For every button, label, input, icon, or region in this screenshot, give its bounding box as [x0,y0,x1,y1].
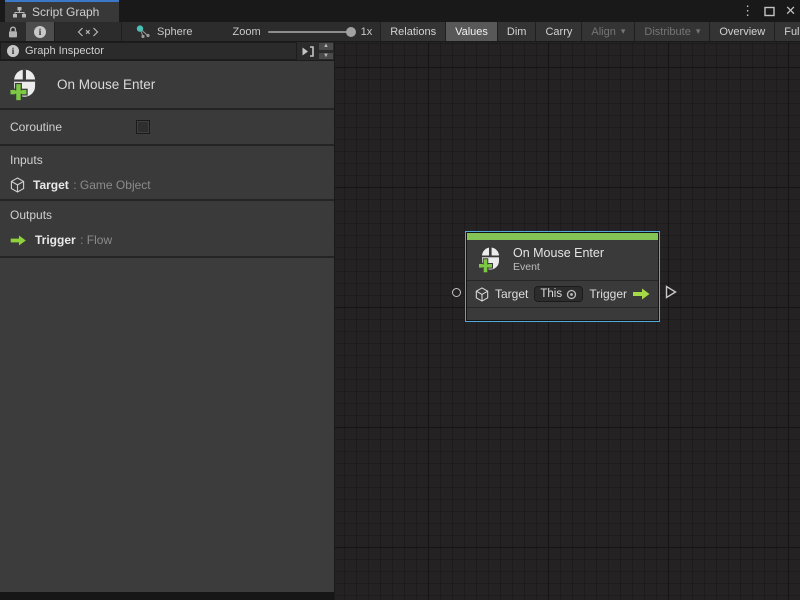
carry-button[interactable]: Carry [536,22,582,41]
event-title: On Mouse Enter [57,77,155,92]
inspector-header: i Graph Inspector ▲ ▼ [0,42,334,61]
graph-toolbar: i [0,22,800,42]
overview-button[interactable]: Overview [710,22,775,41]
flow-arrow-icon [633,288,650,300]
coroutine-checkbox[interactable] [136,120,150,134]
scroll-up-button[interactable]: ▲ [318,42,334,51]
target-value-chip[interactable]: This [534,286,583,302]
close-icon[interactable]: ✕ [785,0,796,22]
zoom-label: Zoom [232,26,260,38]
graph-inspector-panel: i Graph Inspector ▲ ▼ [0,42,335,600]
dim-button[interactable]: Dim [498,22,537,41]
zoom-slider[interactable] [268,31,354,33]
distribute-label: Distribute [644,26,690,38]
outputs-heading: Outputs [10,208,324,222]
graph-asset-icon [136,25,151,38]
zoom-value: 1x [361,26,373,38]
target-value: This [540,288,562,300]
script-graph-icon [13,7,26,18]
inputs-heading: Inputs [10,153,324,167]
window-controls: ⋮ ✕ [741,0,796,22]
info-icon: i [7,45,19,57]
values-label: Values [455,26,488,38]
input-row-target: Target : Game Object [10,176,324,194]
toolbar-left-group: i [0,22,380,41]
coroutine-label: Coroutine [10,120,62,134]
target-port-label: Target [495,287,528,301]
object-picker-icon[interactable] [566,289,577,300]
target-input-port[interactable]: Target This [475,286,583,302]
node-body: On Mouse Enter Event Target [466,232,659,321]
maximize-icon[interactable] [764,6,775,17]
values-button[interactable]: Values [446,22,498,41]
coroutine-row: Coroutine [0,110,334,146]
relations-label: Relations [390,26,436,38]
tab-label: Script Graph [32,5,99,19]
cube-icon [475,287,489,302]
dock-panel-button[interactable] [301,46,315,57]
graph-asset-breadcrumb[interactable]: Sphere [122,25,202,38]
node-subtitle: Event [513,261,604,274]
inspector-title: Graph Inspector [25,45,104,57]
outputs-section: Outputs Trigger : Flow [0,201,334,258]
full-screen-label: Full Screen [784,26,800,38]
mouse-enter-event-icon [9,69,39,101]
relations-button[interactable]: Relations [381,22,446,41]
event-title-section: On Mouse Enter [0,61,334,110]
code-view-icon [77,27,99,37]
toolbar-right-group: Relations Values Dim Carry Align ▾ Distr… [380,22,800,41]
trigger-port-label: Trigger [589,287,627,301]
chevron-down-icon: ▾ [696,26,701,37]
carry-label: Carry [545,26,572,38]
output-row-trigger: Trigger : Flow [10,231,324,249]
node-output-connector[interactable] [665,285,677,299]
inputs-section: Inputs Target : Game Object [0,146,334,201]
distribute-dropdown[interactable]: Distribute ▾ [635,22,710,41]
graph-canvas[interactable]: On Mouse Enter Event Target [335,42,800,600]
output-name: Trigger [35,233,76,247]
info-icon: i [34,26,46,38]
overview-label: Overview [719,26,765,38]
scroll-down-button[interactable]: ▼ [318,52,334,61]
trigger-output-port[interactable]: Trigger [589,287,650,301]
input-type: : Game Object [73,178,150,192]
panel-bottom-edge [0,592,334,600]
node-header: On Mouse Enter Event [467,240,658,281]
lock-icon [8,26,18,38]
output-type: : Flow [80,233,112,247]
zoom-slider-handle[interactable] [346,27,356,37]
lock-button[interactable] [0,22,26,41]
full-screen-button[interactable]: Full Screen [775,22,800,41]
tab-script-graph[interactable]: Script Graph [5,0,119,22]
dim-label: Dim [507,26,527,38]
node-title: On Mouse Enter [513,246,604,261]
code-view-button[interactable] [55,22,121,41]
cube-icon [10,177,25,193]
chevron-down-icon: ▾ [621,26,626,37]
mouse-enter-event-icon [478,247,502,273]
node-ports-row: Target This Trigger [467,281,658,308]
window-menu-icon[interactable]: ⋮ [741,0,754,22]
inspector-toggle-button[interactable]: i [26,22,54,41]
flow-arrow-icon [10,235,27,246]
graph-asset-label: Sphere [157,26,192,38]
align-label: Align [591,26,615,38]
input-name: Target [33,178,69,192]
panel-scroll-spinner: ▲ ▼ [318,42,334,60]
node-titles: On Mouse Enter Event [513,246,604,274]
align-dropdown[interactable]: Align ▾ [582,22,635,41]
node-input-connector[interactable] [452,288,461,297]
unity-script-graph-window: Script Graph ⋮ ✕ i [0,0,800,600]
tab-bar: Script Graph ⋮ ✕ [0,0,800,22]
zoom-control: Zoom 1x [202,26,380,38]
inspector-header-box: i Graph Inspector [0,42,297,60]
node-accent-bar [467,233,658,240]
inspector-empty-area [0,258,334,592]
on-mouse-enter-node[interactable]: On Mouse Enter Event Target [465,231,660,322]
node-footer [467,308,658,320]
